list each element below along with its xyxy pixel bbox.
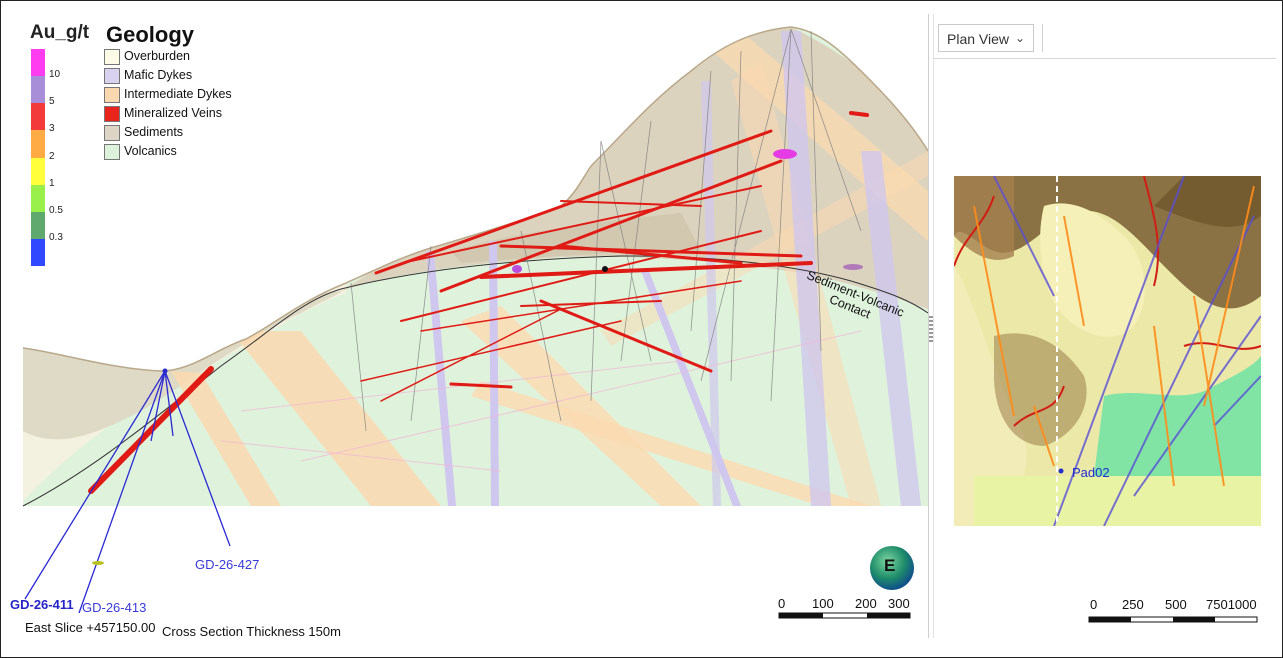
section-scale-label: 100 (812, 596, 834, 611)
geology-legend-label: Sediments (124, 125, 184, 139)
au-tick-label: 3 (49, 123, 55, 135)
pad02-marker[interactable] (1058, 468, 1064, 474)
au-legend-title: Au_g/t (30, 22, 90, 43)
thickness-label: Cross Section Thickness 150m (162, 624, 341, 639)
drillhole-label-413[interactable]: GD-26-413 (82, 600, 146, 615)
geology-swatch (104, 125, 120, 141)
au-color-segment (31, 211, 45, 239)
au-color-bar (31, 49, 45, 266)
au-color-segment (31, 76, 45, 104)
geology-legend-label: Intermediate Dykes (124, 87, 232, 101)
au-tick-label: 0.5 (49, 204, 63, 216)
plan-toolbar: Plan View ⌄ (934, 20, 1276, 59)
geology-swatch (104, 106, 120, 122)
section-scale-label: 0 (778, 596, 786, 611)
au-color-segment (31, 238, 45, 266)
plan-view-dropdown-label: Plan View (947, 31, 1010, 47)
section-scale-label: 200 (855, 596, 877, 611)
geology-legend-label: Volcanics (124, 144, 177, 158)
geology-swatch (104, 87, 120, 103)
au-tick-label: 1 (49, 177, 55, 189)
plan-scale-label: 250 (1122, 597, 1144, 612)
au-tick-label: 0.3 (49, 231, 63, 243)
geology-legend-title: Geology (106, 22, 195, 47)
au-tick-label: 5 (49, 96, 55, 108)
plan-scale-label: 500 (1165, 597, 1187, 612)
au-color-segment (31, 130, 45, 158)
chevron-down-icon: ⌄ (1014, 31, 1025, 45)
au-color-segment (31, 103, 45, 131)
section-scale-bar (778, 612, 911, 619)
geology-legend-label: Overburden (124, 49, 191, 63)
panel-divider-inner (933, 14, 934, 638)
geology-swatch (104, 49, 120, 65)
au-tick-label: 10 (49, 69, 61, 81)
au-color-segment (31, 184, 45, 212)
drillhole-label-427[interactable]: GD-26-427 (195, 557, 259, 572)
plan-scale-label: 0 (1090, 597, 1098, 612)
au-color-segment (31, 157, 45, 185)
geology-swatch (104, 144, 120, 160)
toolbar-separator (1042, 24, 1043, 52)
geology-swatch (104, 68, 120, 84)
pad02-label: Pad02 (1072, 465, 1110, 480)
geology-legend-label: Mafic Dykes (124, 68, 193, 82)
au-tick-label: 2 (49, 150, 55, 162)
section-scale-label: 300 (888, 596, 910, 611)
geology-legend-label: Mineralized Veins (124, 106, 222, 120)
plan-view-dropdown[interactable]: Plan View ⌄ (938, 24, 1034, 52)
plan-scale-label: 7501000 (1206, 597, 1257, 612)
au-color-segment (31, 49, 45, 77)
splitter-grip[interactable] (929, 316, 933, 344)
compass-letter: E (884, 556, 896, 575)
drillhole-label-411[interactable]: GD-26-411 (10, 597, 74, 612)
slice-label: East Slice +457150.00 (25, 620, 156, 635)
